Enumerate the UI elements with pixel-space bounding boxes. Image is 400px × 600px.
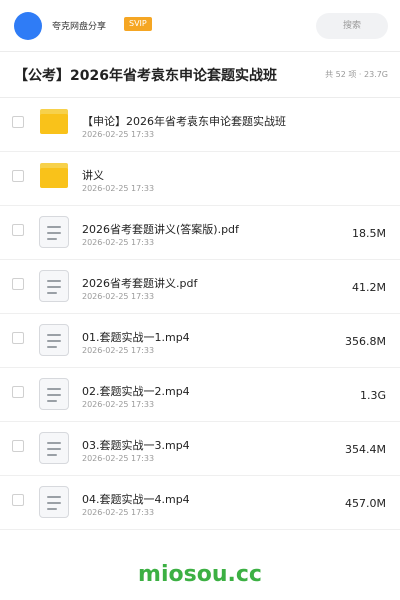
select-checkbox[interactable] bbox=[12, 116, 24, 128]
file-date: 2026-02-25 17:33 bbox=[82, 292, 155, 301]
file-size: 356.8M bbox=[345, 335, 386, 348]
file-name: 讲义 bbox=[82, 169, 104, 182]
select-checkbox[interactable] bbox=[12, 386, 24, 398]
folder-title-bar: 【公考】2026年省考袁东申论套题实战班 共 52 项 · 23.7G bbox=[0, 52, 400, 98]
video-file-icon bbox=[38, 324, 70, 356]
search-button[interactable]: 搜索 bbox=[316, 13, 388, 39]
video-file-icon bbox=[38, 378, 70, 410]
list-item[interactable]: 2026省考套题讲义.pdf 2026-02-25 17:33 41.2M bbox=[0, 260, 400, 314]
site-watermark: miosou.cc bbox=[138, 562, 262, 587]
document-icon bbox=[38, 216, 70, 248]
file-date: 2026-02-25 17:33 bbox=[82, 454, 155, 463]
list-item[interactable]: 01.套题实战一1.mp4 2026-02-25 17:33 356.8M bbox=[0, 314, 400, 368]
folder-icon bbox=[38, 108, 70, 140]
file-size: 354.4M bbox=[345, 443, 386, 456]
list-item[interactable]: 04.套题实战一4.mp4 2026-02-25 17:33 457.0M bbox=[0, 476, 400, 530]
avatar[interactable] bbox=[14, 12, 42, 40]
sharer-name: 夸克网盘分享 bbox=[52, 22, 107, 32]
list-item[interactable]: 2026省考套题讲义(答案版).pdf 2026-02-25 17:33 18.… bbox=[0, 206, 400, 260]
folder-icon bbox=[38, 162, 70, 194]
file-date: 2026-02-25 17:33 bbox=[82, 346, 155, 355]
file-name: 04.套题实战一4.mp4 bbox=[82, 493, 190, 506]
file-size: 1.3G bbox=[359, 389, 386, 402]
select-checkbox[interactable] bbox=[12, 332, 24, 344]
file-date: 2026-02-25 17:33 bbox=[82, 400, 155, 409]
file-date: 2026-02-25 17:33 bbox=[82, 184, 155, 193]
select-checkbox[interactable] bbox=[12, 278, 24, 290]
file-size: 41.2M bbox=[352, 281, 386, 294]
file-date: 2026-02-25 17:33 bbox=[82, 130, 155, 139]
file-size: 18.5M bbox=[352, 227, 386, 240]
header-bar: 夸克网盘分享 SVIP 搜索 bbox=[0, 0, 400, 52]
file-name: 02.套题实战一2.mp4 bbox=[82, 385, 190, 398]
file-list: 【申论】2026年省考袁东申论套题实战班 2026-02-25 17:33 讲义… bbox=[0, 98, 400, 530]
select-checkbox[interactable] bbox=[12, 170, 24, 182]
file-name: 2026省考套题讲义.pdf bbox=[82, 277, 198, 290]
file-name: 【申论】2026年省考袁东申论套题实战班 bbox=[82, 115, 286, 128]
file-date: 2026-02-25 17:33 bbox=[82, 238, 155, 247]
select-checkbox[interactable] bbox=[12, 224, 24, 236]
file-name: 2026省考套题讲义(答案版).pdf bbox=[82, 223, 239, 236]
document-icon bbox=[38, 270, 70, 302]
list-item[interactable]: 02.套题实战一2.mp4 2026-02-25 17:33 1.3G bbox=[0, 368, 400, 422]
file-name: 03.套题实战一3.mp4 bbox=[82, 439, 190, 452]
video-file-icon bbox=[38, 486, 70, 518]
list-item[interactable]: 【申论】2026年省考袁东申论套题实战班 2026-02-25 17:33 bbox=[0, 98, 400, 152]
file-name: 01.套题实战一1.mp4 bbox=[82, 331, 190, 344]
list-item[interactable]: 03.套题实战一3.mp4 2026-02-25 17:33 354.4M bbox=[0, 422, 400, 476]
svip-badge: SVIP bbox=[124, 17, 152, 31]
list-item[interactable]: 讲义 2026-02-25 17:33 bbox=[0, 152, 400, 206]
select-checkbox[interactable] bbox=[12, 494, 24, 506]
file-date: 2026-02-25 17:33 bbox=[82, 508, 155, 517]
file-size: 457.0M bbox=[345, 497, 386, 510]
folder-meta: 共 52 项 · 23.7G bbox=[325, 70, 388, 79]
page-title: 【公考】2026年省考袁东申论套题实战班 bbox=[14, 68, 277, 84]
select-checkbox[interactable] bbox=[12, 440, 24, 452]
video-file-icon bbox=[38, 432, 70, 464]
